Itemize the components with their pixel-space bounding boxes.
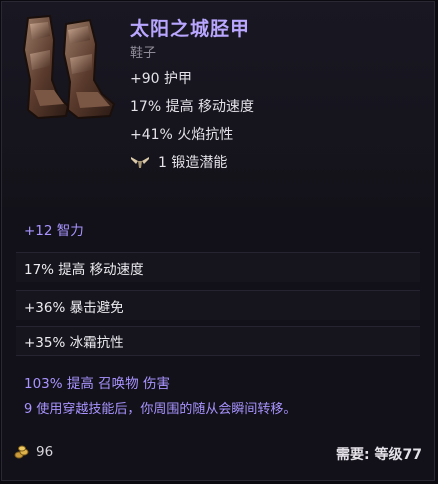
- unique-affix: 103% 提高 召唤物 伤害: [24, 376, 170, 392]
- item-type: 鞋子: [130, 46, 157, 61]
- base-stat-armor: +90 护甲: [130, 71, 192, 87]
- affix-intelligence: +12 智力: [24, 223, 84, 239]
- forge-hammer-icon: [131, 157, 149, 168]
- forge-potential: 1 锻造潜能: [130, 152, 227, 172]
- affix-movespeed: 17% 提高 移动速度: [16, 252, 420, 282]
- item-name: 太阳之城胫甲: [130, 18, 251, 40]
- gold-value: 96: [14, 444, 53, 460]
- base-stat-fire-res: +41% 火焰抗性: [130, 127, 234, 143]
- unique-description: 9 使用穿越技能后，你周围的随从会瞬间转移。: [24, 402, 297, 417]
- gold-coins-icon: [14, 445, 29, 459]
- gold-amount: 96: [36, 444, 54, 460]
- forge-potential-label: 1 锻造潜能: [158, 155, 228, 171]
- item-tooltip: 太阳之城胫甲 鞋子 +90 护甲 17% 提高 移动速度 +41% 火焰抗性 1…: [1, 1, 435, 481]
- base-stat-movespeed: 17% 提高 移动速度: [130, 99, 255, 115]
- tooltip-footer: 96 需要: 等级77: [2, 430, 434, 480]
- affix-cold-res: +35% 冰霜抗性: [16, 326, 420, 356]
- tooltip-header: 太阳之城胫甲 鞋子 +90 护甲 17% 提高 移动速度 +41% 火焰抗性 1…: [2, 2, 434, 207]
- level-requirement: 需要: 等级77: [336, 447, 422, 463]
- affix-crit-avoid: +36% 暴击避免: [16, 290, 420, 320]
- greaves-icon: [22, 14, 116, 120]
